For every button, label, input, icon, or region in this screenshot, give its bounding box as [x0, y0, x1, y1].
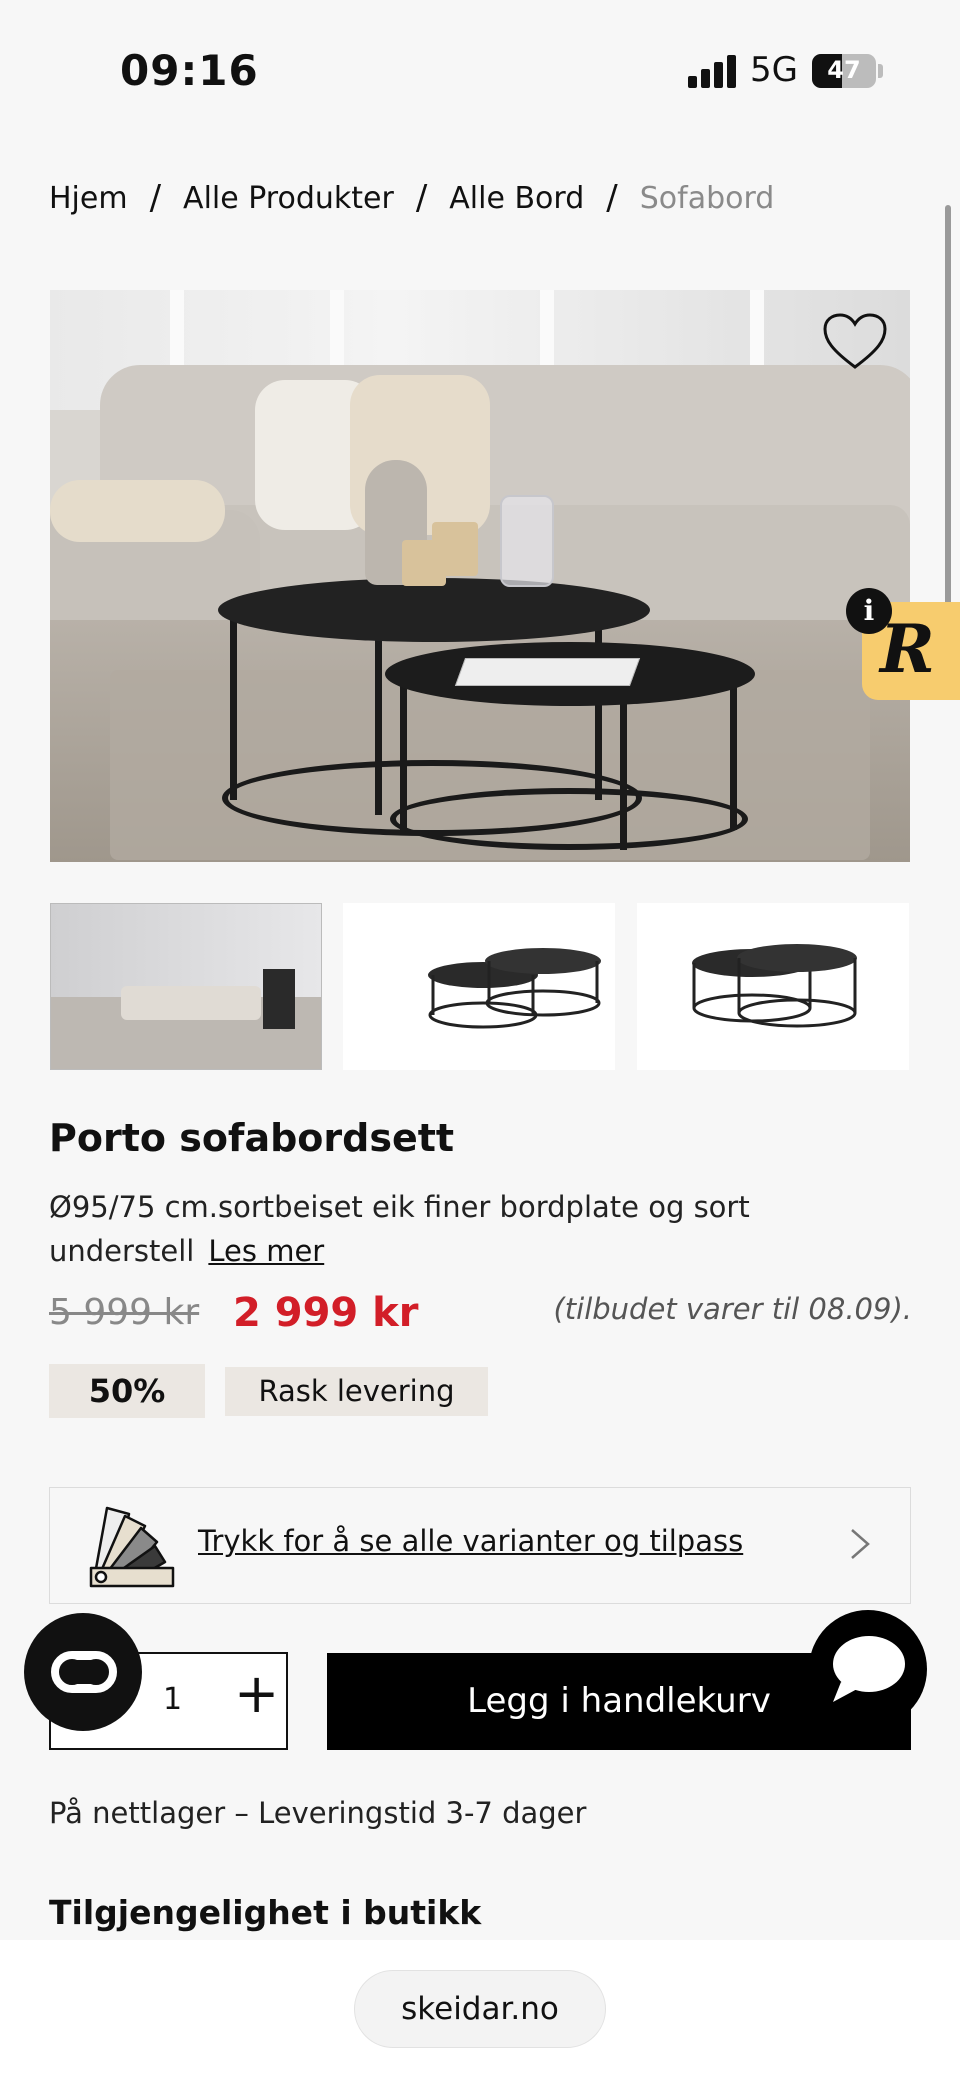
battery-tip [878, 64, 883, 78]
status-bar: 09:16 5G 47 [0, 0, 960, 140]
battery-level: 47 [827, 56, 861, 84]
sale-price: 2 999 kr [233, 1290, 419, 1336]
image-table-leg [230, 615, 237, 800]
chat-bubble-icon[interactable] [809, 1610, 927, 1728]
breadcrumb-current: Sofabord [639, 180, 775, 216]
stock-status: På nettlager – Leveringstid 3-7 dager [49, 1796, 587, 1830]
breadcrumb-home[interactable]: Hjem [49, 181, 128, 216]
signal-icon [688, 54, 738, 88]
info-icon[interactable]: i [846, 588, 892, 634]
variants-button[interactable]: Trykk for å se alle varianter og tilpass [49, 1487, 911, 1604]
status-time: 09:16 [120, 46, 259, 95]
thumbnail-shelf [263, 969, 295, 1029]
breadcrumb-separator: / [149, 178, 162, 218]
thumbnail-sofa [121, 986, 261, 1020]
breadcrumb: Hjem / Alle Produkter / Alle Bord / Sofa… [49, 178, 774, 218]
thumbnail-tables-side[interactable] [343, 903, 615, 1070]
image-glass [500, 495, 554, 587]
image-table-top [218, 578, 650, 642]
variants-label: Trykk for å se alle varianter og tilpass [198, 1524, 744, 1558]
thumbnail-tables-front[interactable] [637, 903, 909, 1070]
product-title: Porto sofabordsett [49, 1116, 455, 1160]
co-link-icon[interactable] [24, 1613, 142, 1731]
breadcrumb-separator: / [415, 178, 428, 218]
store-availability-heading: Tilgjengelighet i butikk [49, 1893, 482, 1932]
thumbnail-room[interactable] [50, 903, 322, 1070]
image-pillow [50, 480, 225, 542]
browser-bottom-bar: skeidar.no [0, 1940, 960, 2081]
color-swatch-fan-icon [89, 1506, 175, 1588]
address-bar[interactable]: skeidar.no [354, 1970, 606, 2048]
favorite-heart-icon[interactable] [822, 312, 888, 372]
offer-validity-note: (tilbudet varer til 08.09). [553, 1292, 912, 1326]
product-description-text: Ø95/75 cm.sortbeiset eik finer bordplate… [49, 1190, 750, 1268]
read-more-link[interactable]: Les mer [208, 1234, 324, 1268]
image-book [454, 658, 641, 686]
scrollbar[interactable] [945, 205, 951, 605]
product-main-image[interactable] [50, 290, 910, 862]
product-description: Ø95/75 cm.sortbeiset eik finer bordplate… [49, 1185, 809, 1273]
old-price: 5 999 kr [49, 1292, 200, 1333]
breadcrumb-all-products[interactable]: Alle Produkter [183, 181, 394, 216]
battery-icon: 47 [812, 54, 876, 88]
breadcrumb-all-tables[interactable]: Alle Bord [449, 181, 584, 216]
breadcrumb-separator: / [606, 178, 618, 218]
quantity-plus-button[interactable]: + [234, 1662, 279, 1725]
network-label: 5G [750, 50, 798, 90]
image-table-ring [390, 788, 748, 850]
image-candle [432, 522, 478, 576]
discount-badge: 50% [49, 1364, 205, 1418]
quantity-value: 1 [163, 1682, 183, 1717]
fast-delivery-badge: Rask levering [225, 1367, 488, 1416]
chevron-right-icon [851, 1529, 870, 1559]
